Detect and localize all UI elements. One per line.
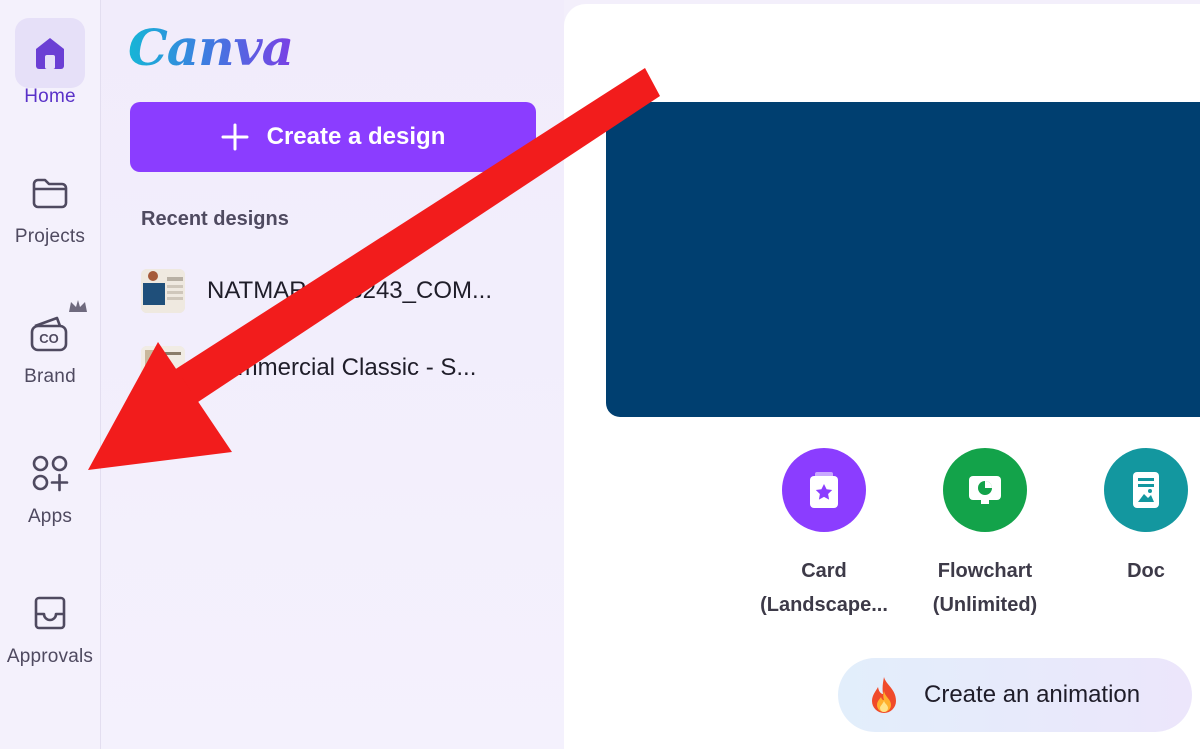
- shortcut-flowchart[interactable]: Flowchart (Unlimited): [910, 448, 1060, 622]
- rail-item-apps[interactable]: Apps: [0, 438, 100, 528]
- rail-item-approvals[interactable]: Approvals: [0, 578, 100, 668]
- design-thumbnail: [141, 269, 185, 313]
- canva-logo[interactable]: Canva: [128, 18, 294, 77]
- shortcut-doc[interactable]: Doc: [1071, 448, 1200, 588]
- plus-icon: [221, 123, 249, 151]
- folder-icon: [15, 158, 85, 228]
- doc-icon: [1104, 448, 1188, 532]
- icon-rail: Home Projects CO Brand Apps Approvals: [0, 0, 101, 749]
- brand-icon: CO: [15, 298, 87, 368]
- recent-design-name: Commercial Classic - S...: [207, 354, 477, 381]
- rail-label-projects: Projects: [14, 226, 86, 247]
- create-animation-button[interactable]: Create an animation: [838, 658, 1192, 732]
- fire-icon: [866, 675, 902, 715]
- main-content: Card (Landscape... Flowchart (Unlimited): [564, 4, 1200, 749]
- recent-design-item[interactable]: Commercial Classic - S...: [141, 341, 541, 395]
- create-design-label: Create a design: [266, 123, 446, 150]
- recent-design-item[interactable]: NATMAR_B23243_COM...: [141, 264, 541, 318]
- apps-icon: [15, 438, 85, 508]
- home-icon: [15, 18, 85, 88]
- rail-label-apps: Apps: [27, 506, 73, 527]
- shortcut-card-label: Card: [801, 560, 847, 582]
- rail-item-home[interactable]: Home: [0, 18, 100, 108]
- rail-label-home: Home: [24, 86, 76, 107]
- create-design-button[interactable]: Create a design: [130, 102, 536, 172]
- svg-text:CO: CO: [39, 331, 59, 346]
- rail-item-projects[interactable]: Projects: [0, 158, 100, 248]
- hero-banner[interactable]: [606, 102, 1200, 417]
- create-animation-label: Create an animation: [924, 681, 1141, 708]
- shortcut-doc-label: Doc: [1127, 560, 1165, 582]
- rail-label-approvals: Approvals: [6, 646, 94, 667]
- canva-home-screen: Home Projects CO Brand Apps Approvals Ca…: [0, 0, 1200, 749]
- recent-design-name: NATMAR_B23243_COM...: [207, 277, 492, 304]
- card-icon: [782, 448, 866, 532]
- inbox-icon: [15, 578, 85, 648]
- recent-designs-title: Recent designs: [141, 208, 289, 230]
- flowchart-icon: [943, 448, 1027, 532]
- rail-label-brand: Brand: [24, 366, 76, 387]
- shortcut-card-sublabel: (Landscape...: [760, 594, 888, 616]
- rail-item-brand[interactable]: CO Brand: [0, 298, 100, 388]
- shortcut-flowchart-sublabel: (Unlimited): [932, 594, 1038, 616]
- design-thumbnail: [141, 346, 185, 390]
- shortcut-card[interactable]: Card (Landscape...: [749, 448, 899, 622]
- side-panel: Canva Create a design Recent designs NAT…: [101, 0, 564, 749]
- shortcut-flowchart-label: Flowchart: [937, 560, 1033, 582]
- crown-icon: [69, 300, 87, 312]
